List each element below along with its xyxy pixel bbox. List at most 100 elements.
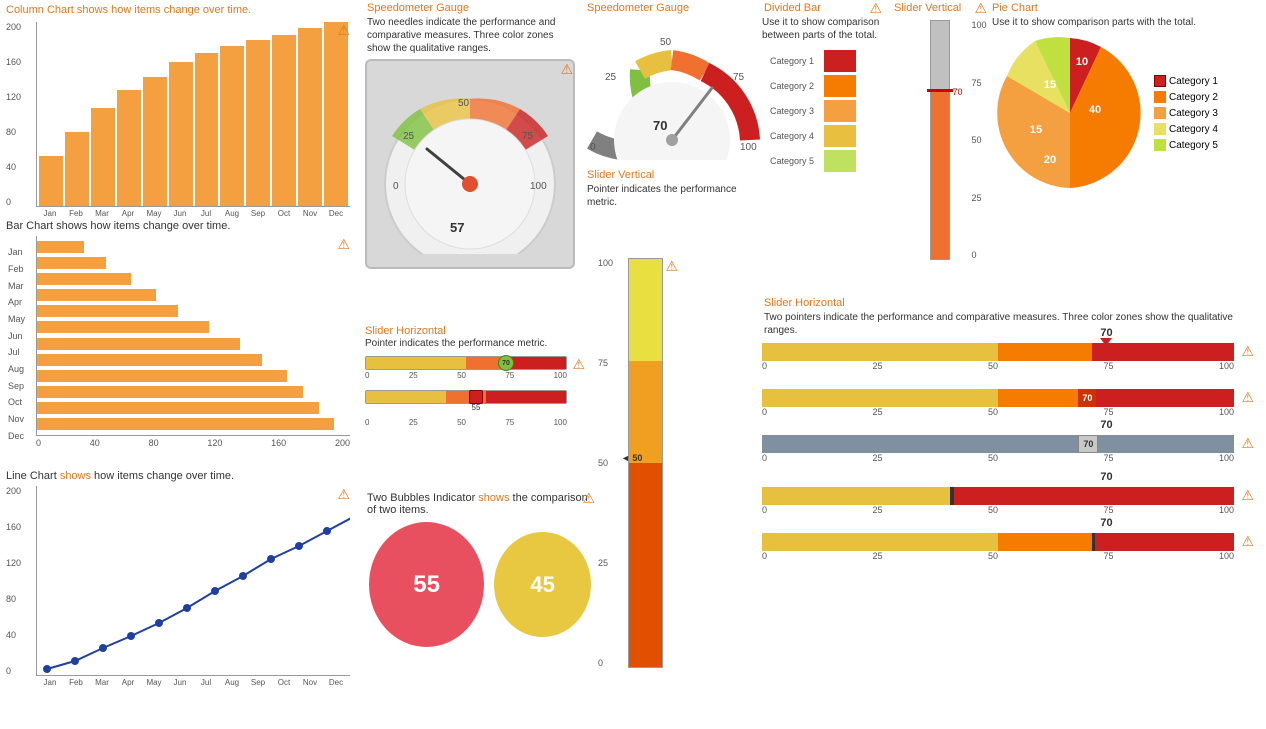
col-bar-jun [169, 62, 193, 206]
slider-h-desc: Pointer indicates the performance metric… [365, 337, 585, 350]
column-chart-warning: ⚠ [337, 22, 350, 39]
divided-bar-title: Divided Bar [762, 0, 882, 16]
slider-h-right-title: Slider Horizontal [762, 295, 1254, 311]
speedometer2-svg: 50 25 75 0 100 70 [585, 20, 760, 160]
bar-may [37, 305, 178, 317]
bubble-red: 55 [369, 522, 484, 647]
slider-hr-row4-warning: ⚠ [1241, 487, 1254, 504]
slider-hr-row3: 70 ⚠ 70 0255075100 [762, 435, 1254, 463]
slider-v-right-y-labels: 0 25 50 75 100 [971, 20, 986, 260]
bar-oct [37, 386, 303, 398]
svg-text:100: 100 [740, 142, 757, 153]
divided-bar-warning: ⚠ [869, 0, 882, 17]
bar-sep [37, 370, 287, 382]
pie-legend-cat2: Category 2 [1154, 91, 1218, 103]
svg-text:50: 50 [458, 98, 470, 109]
slider-hr-row2-labels: 0255075100 [762, 407, 1234, 417]
slider-v-center-title: Slider Vertical [585, 167, 770, 183]
line-chart-svg [36, 486, 350, 676]
speedometer1-box: 0 25 50 75 100 57 [365, 59, 575, 269]
slider-v-right-pointer [927, 89, 953, 92]
col-bar-aug [220, 46, 244, 206]
div-bar-cat2: Category 2 [824, 75, 856, 97]
line-chart-section: Line Chart shows how items change over t… [0, 468, 360, 716]
bubbles-title: Two Bubbles Indicator shows the comparis… [365, 490, 595, 518]
col-bar-nov [298, 28, 322, 206]
slider-hr-row5-labels: 0255075100 [762, 551, 1234, 561]
slider-h-right-desc: Two pointers indicate the performance an… [762, 311, 1254, 343]
div-bar-cat5: Category 5 [824, 150, 856, 172]
svg-text:57: 57 [450, 220, 464, 235]
slider-hr-row2: ⚠ 70 0255075100 [762, 389, 1254, 417]
slider-hr-row5-track [762, 533, 1234, 551]
slider-hr-row4-track [762, 487, 1234, 505]
div-bar-cat1: Category 1 [824, 50, 856, 72]
slider-hr-row1-track [762, 343, 1234, 361]
slider-h2-container: 55 0255075100 [365, 390, 585, 427]
bar-y-labels: Jan Feb Mar Apr May Jun Jul Aug Sep Oct … [8, 244, 25, 444]
bar-apr [37, 289, 156, 301]
pie-chart-desc: Use it to show comparison parts with the… [990, 16, 1266, 33]
bubbles-warning: ⚠ [582, 490, 595, 507]
bubbles-container: 55 45 [365, 518, 595, 651]
col-bar-dec [324, 22, 348, 206]
slider-hr-row1-warning: ⚠ [1241, 343, 1254, 360]
slider-h2-labels: 0255075100 [365, 404, 567, 427]
slider-hr-row2-warning: ⚠ [1241, 389, 1254, 406]
col-bar-jul [195, 53, 219, 206]
slider-h-section: Slider Horizontal Pointer indicates the … [365, 325, 585, 427]
div-bar-cat4: Category 4 [824, 125, 856, 147]
bar-mar [37, 273, 131, 285]
bar-x-labels: 0 40 80 120 160 200 [36, 436, 350, 448]
slider-hr-row2-track: 70 [762, 389, 1234, 407]
svg-text:25: 25 [403, 131, 415, 142]
pie-legend-cat4: Category 4 [1154, 123, 1218, 135]
col-bar-oct [272, 35, 296, 206]
speedometer1-title: Speedometer Gauge [365, 0, 580, 16]
svg-text:75: 75 [522, 131, 534, 142]
speedometer1-gauge: ⚠ [365, 59, 575, 269]
slider-hr-row5: 70 ⚠ 0255075100 [762, 533, 1254, 561]
svg-text:50: 50 [660, 37, 672, 48]
slider-h1-track: 70 [365, 356, 567, 370]
slider-h2-knob[interactable] [469, 390, 483, 404]
svg-text:10: 10 [1076, 56, 1088, 68]
svg-text:70: 70 [653, 118, 667, 133]
bar-chart-container: ⚠ Jan Feb Mar Apr May Jun Jul Aug Sep Oc… [36, 236, 350, 466]
pie-chart-container: 40 20 15 15 10 Category 1 Category 2 Ca [990, 33, 1266, 193]
svg-text:0: 0 [590, 142, 596, 153]
slider-v-right-track: 70 [930, 20, 950, 260]
slider-h1-container: ⚠ 70 0255075100 [365, 356, 585, 380]
line-chart-container: ⚠ 0 40 80 120 160 200 [36, 486, 350, 716]
slider-hr-row3-track: 70 [762, 435, 1234, 453]
slider-h1-knob[interactable]: 70 [498, 355, 514, 371]
slider-v-center: ⚠ 0 25 50 75 100 ◄ 50 [618, 258, 678, 718]
slider-h-title: Slider Horizontal [365, 325, 585, 337]
slider-v-right-warning: ⚠ [974, 0, 987, 17]
slider-v-right-container: 0 25 50 75 100 70 [915, 20, 965, 270]
column-chart-section: Column Chart shows how items change over… [0, 0, 360, 232]
svg-text:25: 25 [605, 72, 617, 83]
slider-hr-row3-warning: ⚠ [1241, 435, 1254, 452]
slider-v-center-desc: Pointer indicates the performance metric… [585, 183, 770, 209]
bar-rows [36, 236, 350, 436]
slider-v-center-track: 0 25 50 75 100 ◄ 50 [628, 258, 668, 698]
divided-bar-rows: Category 1 Category 2 Category 3 Categor… [824, 50, 856, 172]
bar-dec [37, 418, 334, 430]
bar-chart-title: Bar Chart shows how items change over ti… [0, 218, 360, 234]
col-bar-sep [246, 40, 270, 206]
divided-bar-container: Category 1 Category 2 Category 3 Categor… [762, 50, 882, 172]
slider-h2-track: 55 [365, 390, 567, 404]
slider-h1-labels: 0255075100 [365, 370, 567, 380]
pie-chart-section: Pie Chart Use it to show comparison part… [990, 0, 1266, 193]
svg-text:15: 15 [1044, 79, 1056, 91]
pie-legend-cat3: Category 3 [1154, 107, 1218, 119]
col-bar-may [143, 77, 167, 206]
slider-v-right-title: Slider Vertical [892, 0, 987, 16]
bar-jan [37, 241, 84, 253]
pie-chart-svg: 40 20 15 15 10 [990, 33, 1150, 193]
speedometer2-gauge: 50 25 75 0 100 70 [585, 20, 770, 163]
bar-aug [37, 354, 262, 366]
divided-bar-desc: Use it to show comparison between parts … [762, 16, 882, 42]
line-x-labels: Jan Feb Mar Apr May Jun Jul Aug Sep Oct … [36, 676, 350, 689]
